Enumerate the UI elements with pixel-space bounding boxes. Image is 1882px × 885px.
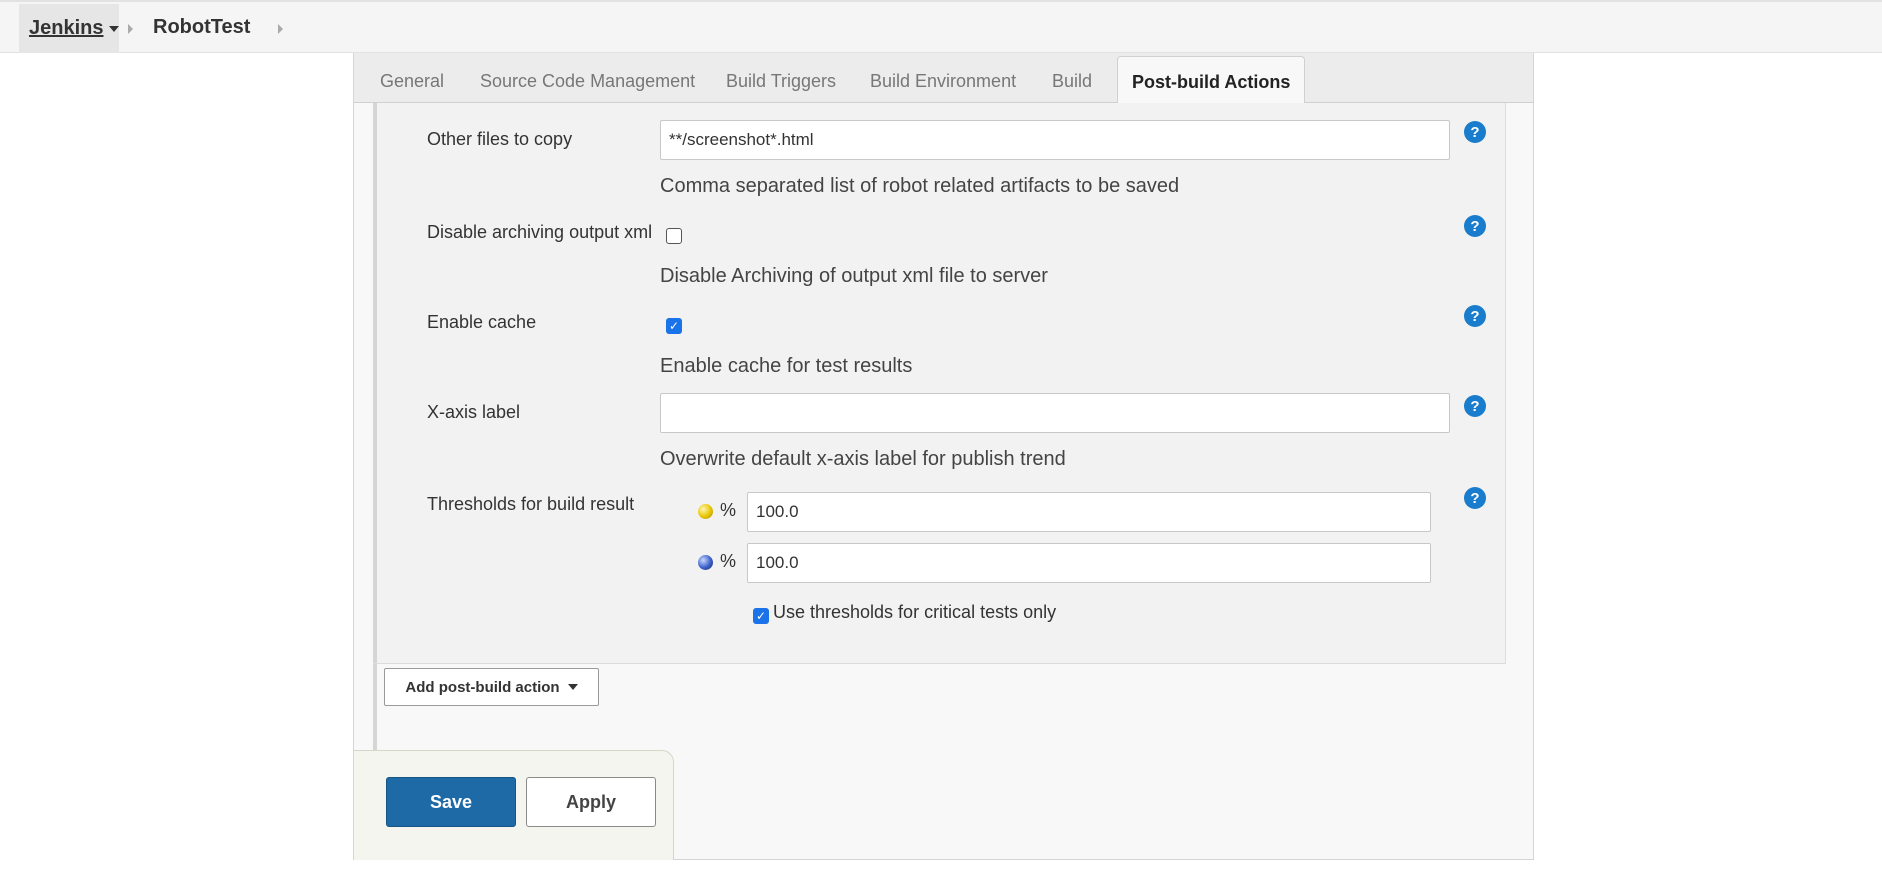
x-axis-label-input[interactable] bbox=[660, 393, 1450, 433]
tab-build-environment[interactable]: Build Environment bbox=[870, 71, 1016, 92]
disable-archiving-checkbox[interactable] bbox=[666, 228, 682, 244]
unstable-threshold-icon bbox=[698, 504, 713, 519]
chevron-down-icon[interactable] bbox=[109, 25, 120, 32]
other-files-description: Comma separated list of robot related ar… bbox=[660, 175, 1180, 197]
breadcrumb-separator-icon bbox=[128, 24, 133, 34]
breadcrumb-separator-icon[interactable] bbox=[278, 24, 283, 34]
section-left-border bbox=[373, 664, 377, 762]
unstable-threshold-input[interactable] bbox=[747, 492, 1431, 532]
critical-only-label[interactable]: Use thresholds for critical tests only bbox=[773, 602, 1056, 623]
help-icon[interactable]: ? bbox=[1464, 487, 1486, 509]
thresholds-label: Thresholds for build result bbox=[427, 494, 635, 514]
enable-cache-label: Enable cache bbox=[427, 312, 537, 332]
x-axis-label-label: X-axis label bbox=[427, 402, 521, 422]
tab-build-triggers[interactable]: Build Triggers bbox=[726, 71, 836, 92]
breadcrumb-jenkins-label[interactable]: Jenkins bbox=[29, 17, 103, 40]
breadcrumb-bar: Jenkins RobotTest bbox=[0, 0, 1882, 53]
critical-only-checkbox[interactable]: ✓ bbox=[753, 608, 769, 624]
chevron-down-icon[interactable] bbox=[567, 684, 578, 690]
help-icon[interactable]: ? bbox=[1464, 395, 1486, 417]
apply-button[interactable]: Apply bbox=[526, 777, 656, 827]
enable-cache-description: Enable cache for test results bbox=[660, 355, 913, 377]
x-axis-label-description: Overwrite default x-axis label for publi… bbox=[660, 448, 1066, 470]
tab-source-code-management[interactable]: Source Code Management bbox=[480, 71, 695, 92]
disable-archiving-label: Disable archiving output xml bbox=[427, 222, 653, 242]
other-files-input[interactable] bbox=[660, 120, 1450, 160]
percent-sign: % bbox=[720, 551, 737, 571]
tab-post-build-actions[interactable]: Post-build Actions bbox=[1117, 56, 1306, 104]
help-icon[interactable]: ? bbox=[1464, 305, 1486, 327]
percent-sign: % bbox=[720, 500, 737, 520]
tab-build[interactable]: Build bbox=[1052, 71, 1092, 92]
help-icon[interactable]: ? bbox=[1464, 215, 1486, 237]
help-icon[interactable]: ? bbox=[1464, 121, 1486, 143]
pass-threshold-icon bbox=[698, 555, 713, 570]
pass-threshold-input[interactable] bbox=[747, 543, 1431, 583]
disable-archiving-description: Disable Archiving of output xml file to … bbox=[660, 265, 1048, 287]
enable-cache-checkbox[interactable]: ✓ bbox=[666, 318, 682, 334]
tab-general[interactable]: General bbox=[380, 71, 444, 92]
add-post-build-action-button[interactable]: Add post-build action bbox=[384, 668, 599, 706]
breadcrumb-jenkins[interactable]: Jenkins bbox=[19, 4, 120, 53]
breadcrumb-robottest[interactable]: RobotTest bbox=[153, 16, 250, 39]
section-divider bbox=[373, 663, 1506, 664]
config-panel: General Source Code Management Build Tri… bbox=[353, 53, 1534, 860]
other-files-label: Other files to copy bbox=[427, 129, 573, 149]
save-button[interactable]: Save bbox=[386, 777, 516, 827]
config-tab-bar: General Source Code Management Build Tri… bbox=[354, 53, 1533, 104]
add-post-build-action-label[interactable]: Add post-build action bbox=[405, 679, 559, 696]
